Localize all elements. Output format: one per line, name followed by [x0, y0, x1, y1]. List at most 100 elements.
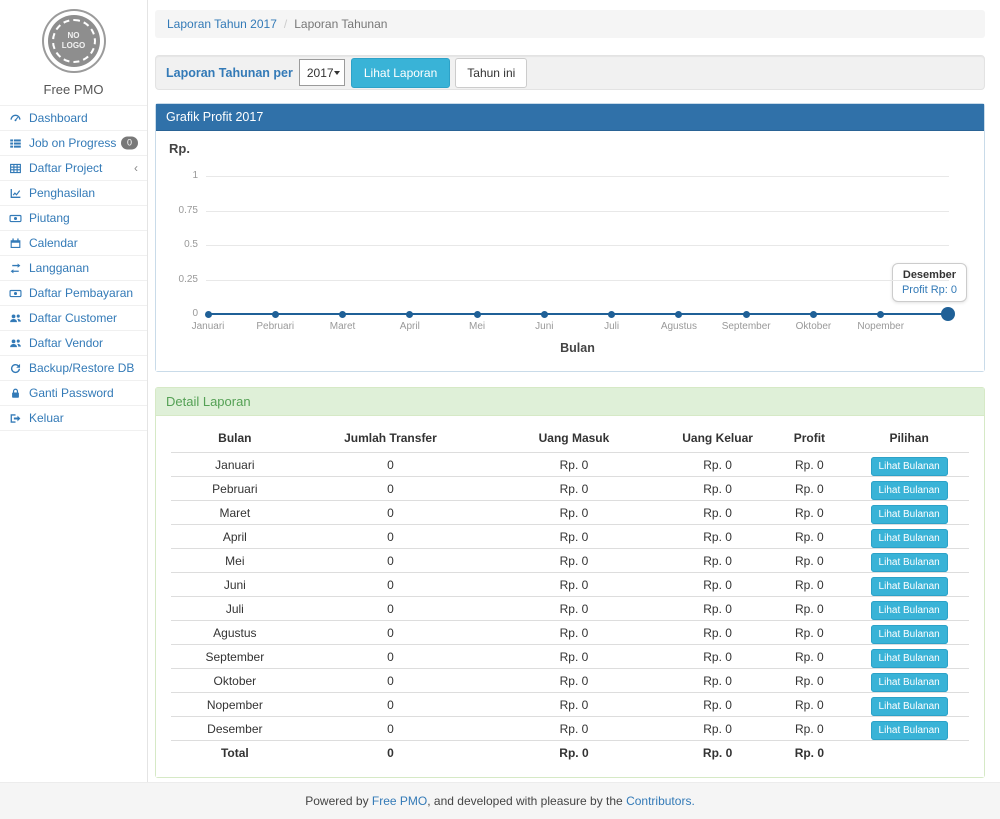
table-cell: 0: [299, 693, 483, 717]
users-icon: [9, 312, 25, 325]
sidebar-item-job-on-progress[interactable]: Job on Progress0: [0, 130, 147, 155]
lihat-bulanan-button[interactable]: Lihat Bulanan: [871, 649, 948, 668]
lihat-bulanan-button[interactable]: Lihat Bulanan: [871, 625, 948, 644]
lihat-bulanan-button[interactable]: Lihat Bulanan: [871, 673, 948, 692]
sidebar-item-daftar-pembayaran[interactable]: Daftar Pembayaran: [0, 280, 147, 305]
chart-point-oktober[interactable]: [810, 311, 817, 318]
table-row: Agustus0Rp. 0Rp. 0Rp. 0Lihat Bulanan: [171, 621, 969, 645]
list-icon: [9, 137, 25, 150]
chart-point-maret[interactable]: [339, 311, 346, 318]
table-cell: Rp. 0: [666, 717, 770, 741]
column-header: Jumlah Transfer: [299, 424, 483, 453]
breadcrumb-current: Laporan Tahunan: [294, 17, 387, 31]
sidebar-item-ganti-password[interactable]: Ganti Password: [0, 380, 147, 405]
table-row: Desember0Rp. 0Rp. 0Rp. 0Lihat Bulanan: [171, 717, 969, 741]
breadcrumb-link[interactable]: Laporan Tahun 2017: [167, 17, 277, 31]
table-cell: Maret: [171, 501, 299, 525]
table-row: Juni0Rp. 0Rp. 0Rp. 0Lihat Bulanan: [171, 573, 969, 597]
money-icon: [9, 212, 25, 225]
table-cell: Rp. 0: [482, 477, 666, 501]
table-row: Mei0Rp. 0Rp. 0Rp. 0Lihat Bulanan: [171, 549, 969, 573]
sidebar-item-calendar[interactable]: Calendar: [0, 230, 147, 255]
page-footer: Powered by Free PMO, and developed with …: [0, 782, 1000, 819]
chart-tooltip: Desember Profit Rp: 0: [892, 263, 967, 302]
chart-point-juli[interactable]: [608, 311, 615, 318]
table-cell: Rp. 0: [666, 525, 770, 549]
table-cell: 0: [299, 717, 483, 741]
table-cell: Rp. 0: [482, 645, 666, 669]
lihat-bulanan-button[interactable]: Lihat Bulanan: [871, 601, 948, 620]
chart-line-icon: [9, 187, 25, 200]
table-cell: 0: [299, 549, 483, 573]
sidebar-item-penghasilan[interactable]: Penghasilan: [0, 180, 147, 205]
footer-text-prefix: Powered by: [305, 794, 372, 808]
chart-point-juni[interactable]: [541, 311, 548, 318]
chart-point-mei[interactable]: [474, 311, 481, 318]
chart-point-september[interactable]: [743, 311, 750, 318]
sidebar-item-label: Ganti Password: [29, 386, 114, 400]
table-cell: Rp. 0: [482, 549, 666, 573]
table-cell: Rp. 0: [666, 645, 770, 669]
chart-point-agustus[interactable]: [675, 311, 682, 318]
lihat-bulanan-button[interactable]: Lihat Bulanan: [871, 505, 948, 524]
chart-gridline: [206, 245, 949, 246]
total-cell: Rp. 0: [769, 741, 849, 765]
lihat-bulanan-button[interactable]: Lihat Bulanan: [871, 697, 948, 716]
table-cell: Rp. 0: [666, 669, 770, 693]
table-cell: Rp. 0: [666, 453, 770, 477]
chart-y-tick: 0.75: [156, 205, 198, 216]
lihat-bulanan-button[interactable]: Lihat Bulanan: [871, 721, 948, 740]
table-cell: 0: [299, 453, 483, 477]
lihat-bulanan-button[interactable]: Lihat Bulanan: [871, 481, 948, 500]
chart-x-tick: Pebruari: [240, 321, 310, 332]
logo-area: NO LOGO: [0, 0, 147, 73]
sidebar-item-langganan[interactable]: Langganan: [0, 255, 147, 280]
sidebar-item-daftar-customer[interactable]: Daftar Customer: [0, 305, 147, 330]
action-cell: Lihat Bulanan: [849, 669, 969, 693]
profit-chart-panel: Grafik Profit 2017 Rp. Bulan Desember Pr…: [155, 103, 985, 372]
sidebar-item-label: Daftar Vendor: [29, 336, 103, 350]
detail-report-panel: Detail Laporan BulanJumlah TransferUang …: [155, 387, 985, 778]
sidebar-item-label: Daftar Pembayaran: [29, 286, 133, 300]
report-table: BulanJumlah TransferUang MasukUang Kelua…: [171, 424, 969, 765]
column-header: Pilihan: [849, 424, 969, 453]
table-cell: Rp. 0: [666, 597, 770, 621]
table-row: Maret0Rp. 0Rp. 0Rp. 0Lihat Bulanan: [171, 501, 969, 525]
sidebar-item-keluar[interactable]: Keluar: [0, 405, 147, 431]
chart-x-tick: Oktober: [778, 321, 848, 332]
sidebar-item-piutang[interactable]: Piutang: [0, 205, 147, 230]
chart-point-nopember[interactable]: [877, 311, 884, 318]
sidebar-item-label: Penghasilan: [29, 186, 95, 200]
count-badge: 0: [121, 137, 138, 150]
lihat-bulanan-button[interactable]: Lihat Bulanan: [871, 529, 948, 548]
column-header: Uang Keluar: [666, 424, 770, 453]
caret-down-icon: [334, 71, 340, 75]
table-row: April0Rp. 0Rp. 0Rp. 0Lihat Bulanan: [171, 525, 969, 549]
table-cell: Rp. 0: [482, 573, 666, 597]
table-cell: Rp. 0: [769, 693, 849, 717]
chart-y-tick: 0.25: [156, 274, 198, 285]
chart-point-april[interactable]: [406, 311, 413, 318]
lihat-laporan-button[interactable]: Lihat Laporan: [351, 58, 450, 88]
sidebar-item-dashboard[interactable]: Dashboard: [0, 105, 147, 130]
lihat-bulanan-button[interactable]: Lihat Bulanan: [871, 457, 948, 476]
table-cell: Rp. 0: [666, 501, 770, 525]
footer-link-freepmo[interactable]: Free PMO: [372, 794, 427, 808]
table-cell: 0: [299, 573, 483, 597]
chart-point-januari[interactable]: [205, 311, 212, 318]
lihat-bulanan-button[interactable]: Lihat Bulanan: [871, 577, 948, 596]
chart-point-pebruari[interactable]: [272, 311, 279, 318]
sidebar-item-backup-restore-db[interactable]: Backup/Restore DB: [0, 355, 147, 380]
tahun-ini-button[interactable]: Tahun ini: [455, 58, 527, 88]
tooltip-value: Profit Rp: 0: [902, 284, 957, 296]
sidebar-item-daftar-project[interactable]: Daftar Project‹: [0, 155, 147, 180]
profit-line-chart: Rp. Bulan Desember Profit Rp: 0 10.750.5…: [156, 131, 984, 371]
table-cell: Rp. 0: [482, 453, 666, 477]
lihat-bulanan-button[interactable]: Lihat Bulanan: [871, 553, 948, 572]
sidebar-item-daftar-vendor[interactable]: Daftar Vendor: [0, 330, 147, 355]
chart-point-desember[interactable]: [941, 307, 955, 321]
action-cell: Lihat Bulanan: [849, 549, 969, 573]
year-select[interactable]: 2017: [299, 59, 345, 86]
chart-y-tick: 0.5: [156, 239, 198, 250]
footer-link-contributors[interactable]: Contributors.: [626, 794, 695, 808]
